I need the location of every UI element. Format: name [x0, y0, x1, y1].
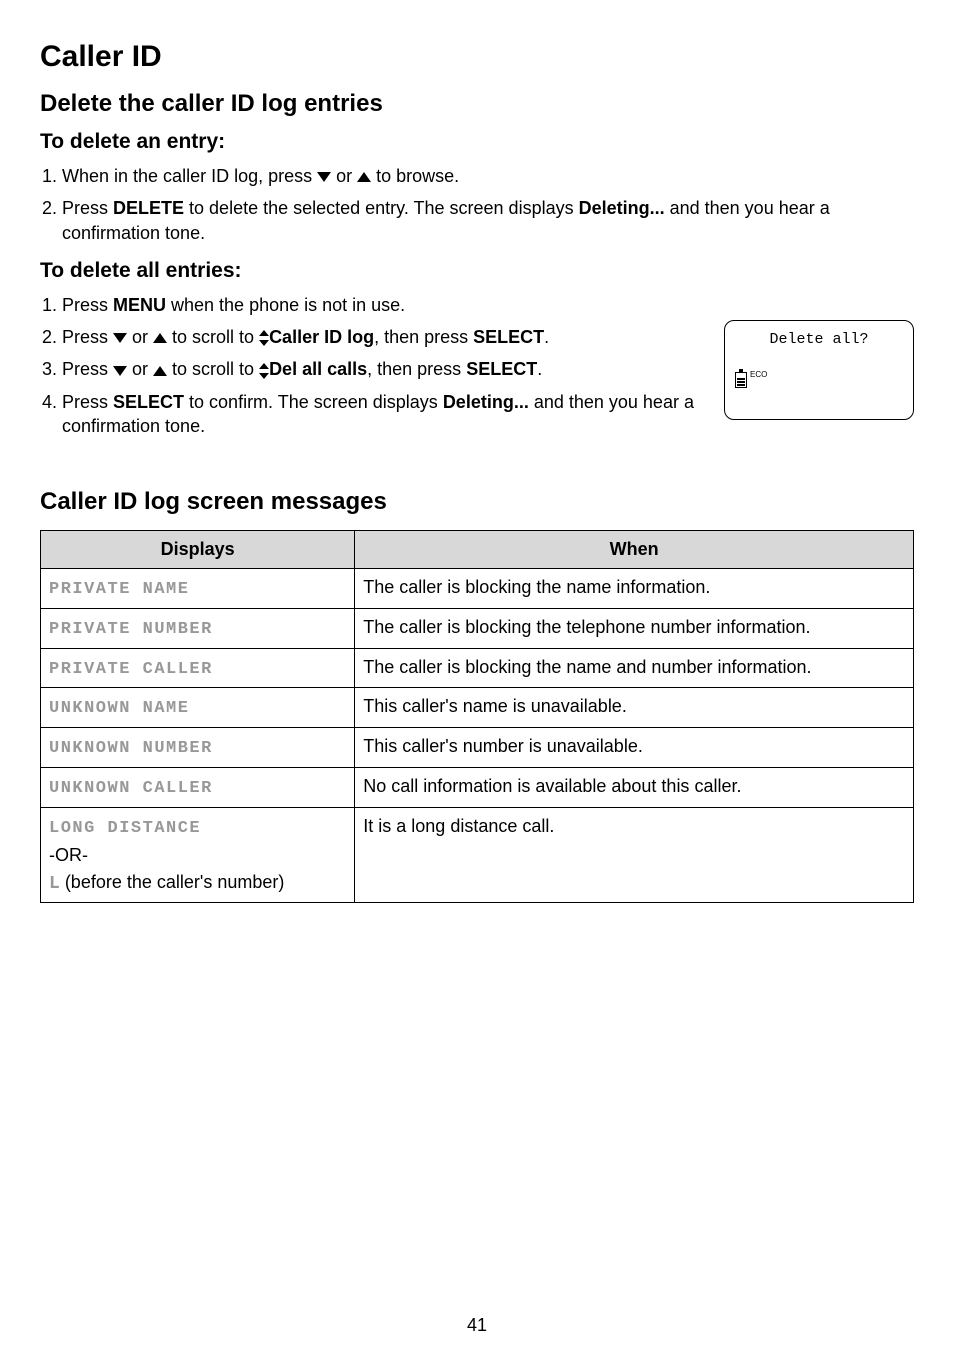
select-key-label: SELECT	[466, 359, 537, 379]
phone-screen-text: Delete all?	[735, 331, 903, 348]
delete-key-label: DELETE	[113, 198, 184, 218]
col-header-displays: Displays	[41, 531, 355, 568]
display-code: UNKNOWN NAME	[49, 699, 189, 718]
text: Press	[62, 359, 113, 379]
when-text: The caller is blocking the telephone num…	[355, 608, 914, 648]
list-item: Press or to scroll to Del all calls, the…	[62, 357, 702, 381]
when-text: This caller's name is unavailable.	[355, 688, 914, 728]
messages-table: Displays When PRIVATE NAME The caller is…	[40, 530, 914, 902]
menu-option-label: Del all calls	[269, 359, 367, 379]
display-code: PRIVATE CALLER	[49, 660, 213, 679]
when-text: No call information is available about t…	[355, 768, 914, 808]
text: .	[544, 327, 549, 347]
col-header-when: When	[355, 531, 914, 568]
text: , then press	[367, 359, 466, 379]
table-row: UNKNOWN NUMBER This caller's number is u…	[41, 728, 914, 768]
display-code: UNKNOWN CALLER	[49, 779, 213, 798]
page-number: 41	[0, 1315, 954, 1336]
table-row: UNKNOWN NAME This caller's name is unava…	[41, 688, 914, 728]
display-code: PRIVATE NUMBER	[49, 620, 213, 639]
table-row: UNKNOWN CALLER No call information is av…	[41, 768, 914, 808]
text: or	[127, 327, 153, 347]
text: to delete the selected entry. The screen…	[184, 198, 579, 218]
table-row: PRIVATE NUMBER The caller is blocking th…	[41, 608, 914, 648]
text: when the phone is not in use.	[166, 295, 405, 315]
text: , then press	[374, 327, 473, 347]
list-item: Press DELETE to delete the selected entr…	[62, 196, 914, 245]
when-text: The caller is blocking the name and numb…	[355, 648, 914, 688]
screen-message-label: Deleting...	[443, 392, 529, 412]
triangle-down-icon	[317, 172, 331, 182]
table-row: PRIVATE NAME The caller is blocking the …	[41, 568, 914, 608]
text: Press	[62, 392, 113, 412]
table-row: PRIVATE CALLER The caller is blocking th…	[41, 648, 914, 688]
triangle-up-icon	[153, 333, 167, 343]
display-code: PRIVATE NAME	[49, 580, 189, 599]
subheading-delete-entry: To delete an entry:	[40, 130, 914, 154]
text: Press	[62, 295, 113, 315]
display-code: UNKNOWN NUMBER	[49, 739, 213, 758]
phone-screen-illustration: Delete all? ECO	[724, 320, 914, 420]
menu-key-label: MENU	[113, 295, 166, 315]
menu-option-label: Caller ID log	[269, 327, 374, 347]
when-text: It is a long distance call.	[355, 808, 914, 903]
text: Press	[62, 327, 113, 347]
battery-icon	[735, 372, 747, 388]
when-text: This caller's number is unavailable.	[355, 728, 914, 768]
subheading-delete-all: To delete all entries:	[40, 259, 914, 283]
triangle-down-icon	[113, 333, 127, 343]
display-code: LONG DISTANCE	[49, 819, 201, 838]
section-messages-heading: Caller ID log screen messages	[40, 488, 914, 516]
text: or	[127, 359, 153, 379]
text: to scroll to	[167, 327, 259, 347]
text: .	[537, 359, 542, 379]
text: When in the caller ID log, press	[62, 166, 317, 186]
select-key-label: SELECT	[113, 392, 184, 412]
eco-indicator: ECO	[750, 370, 767, 379]
text: or	[331, 166, 357, 186]
text: Press	[62, 198, 113, 218]
table-row: LONG DISTANCE -OR- L (before the caller'…	[41, 808, 914, 903]
updown-icon	[259, 364, 269, 378]
display-code-prefix: L	[49, 874, 60, 894]
list-item: Press SELECT to confirm. The screen disp…	[62, 390, 702, 439]
or-text: -OR-	[49, 843, 346, 867]
text: to confirm. The screen displays	[184, 392, 443, 412]
triangle-up-icon	[153, 366, 167, 376]
triangle-up-icon	[357, 172, 371, 182]
when-text: The caller is blocking the name informat…	[355, 568, 914, 608]
section-delete-heading: Delete the caller ID log entries	[40, 90, 914, 118]
triangle-down-icon	[113, 366, 127, 376]
screen-message-label: Deleting...	[579, 198, 665, 218]
text: to browse.	[371, 166, 459, 186]
page-title: Caller ID	[40, 40, 914, 74]
list-item: Press MENU when the phone is not in use.	[62, 293, 702, 317]
display-code-suffix-text: (before the caller's number)	[60, 872, 285, 892]
updown-icon	[259, 331, 269, 345]
select-key-label: SELECT	[473, 327, 544, 347]
list-item: When in the caller ID log, press or to b…	[62, 164, 914, 188]
text: to scroll to	[167, 359, 259, 379]
list-item: Press or to scroll to Caller ID log, the…	[62, 325, 702, 349]
